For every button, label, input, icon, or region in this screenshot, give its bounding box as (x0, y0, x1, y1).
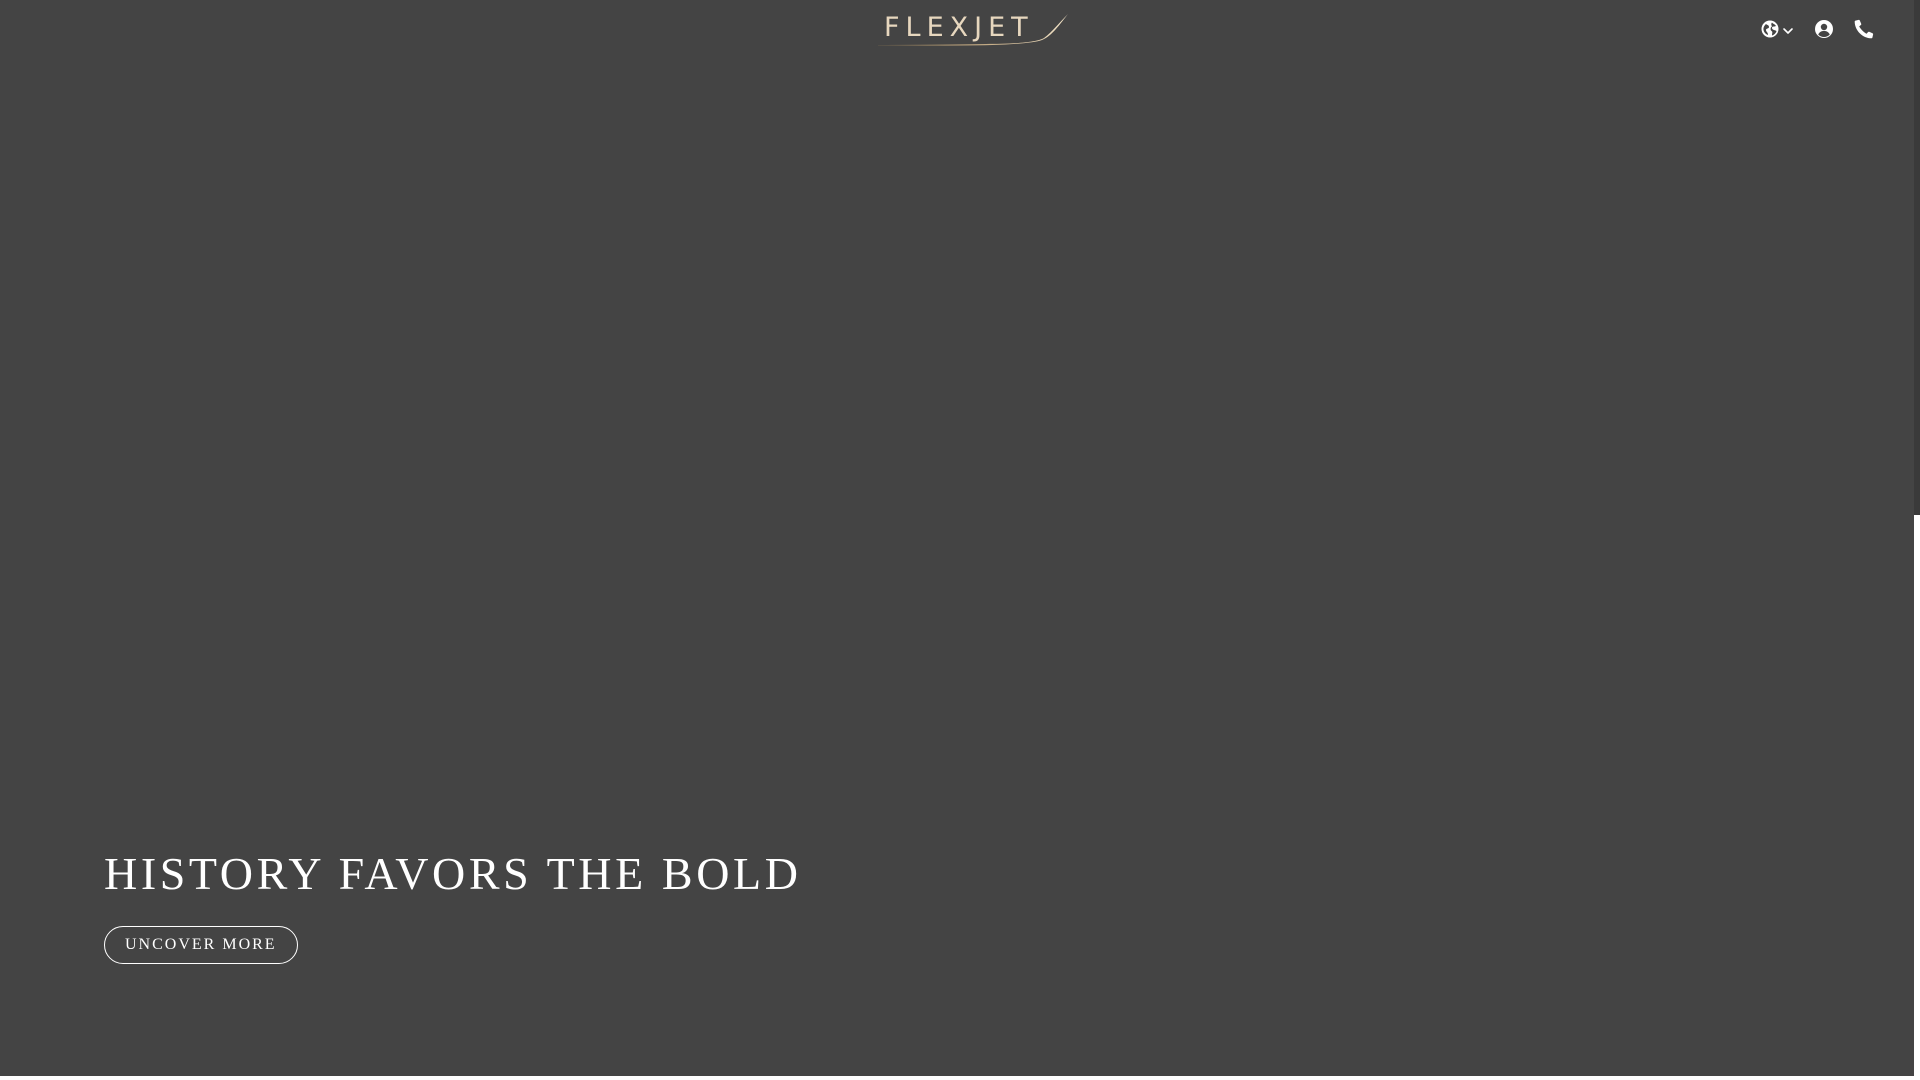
flexjet-logo[interactable]: FLEXJET (876, 10, 1072, 50)
uncover-more-button[interactable]: UNCOVER MORE (104, 926, 298, 964)
language-selector[interactable] (1760, 16, 1794, 42)
globe-icon (1761, 20, 1779, 38)
hero-section: FLEXJET HISTORY FAVORS THE BOLD UNCOVER … (0, 0, 1914, 1076)
site-header: FLEXJET (0, 0, 1914, 60)
page-bottom-edge (0, 1076, 1914, 1080)
account-button[interactable] (1814, 16, 1834, 42)
hero-title: HISTORY FAVORS THE BOLD (104, 848, 802, 899)
chevron-down-icon (1783, 28, 1793, 34)
phone-icon (1854, 19, 1874, 39)
phone-button[interactable] (1854, 16, 1874, 42)
user-circle-icon (1815, 20, 1833, 38)
logo-wordmark: FLEXJET (884, 12, 1034, 43)
scrollbar-thumb[interactable] (1914, 0, 1920, 515)
header-actions (1760, 16, 1874, 42)
